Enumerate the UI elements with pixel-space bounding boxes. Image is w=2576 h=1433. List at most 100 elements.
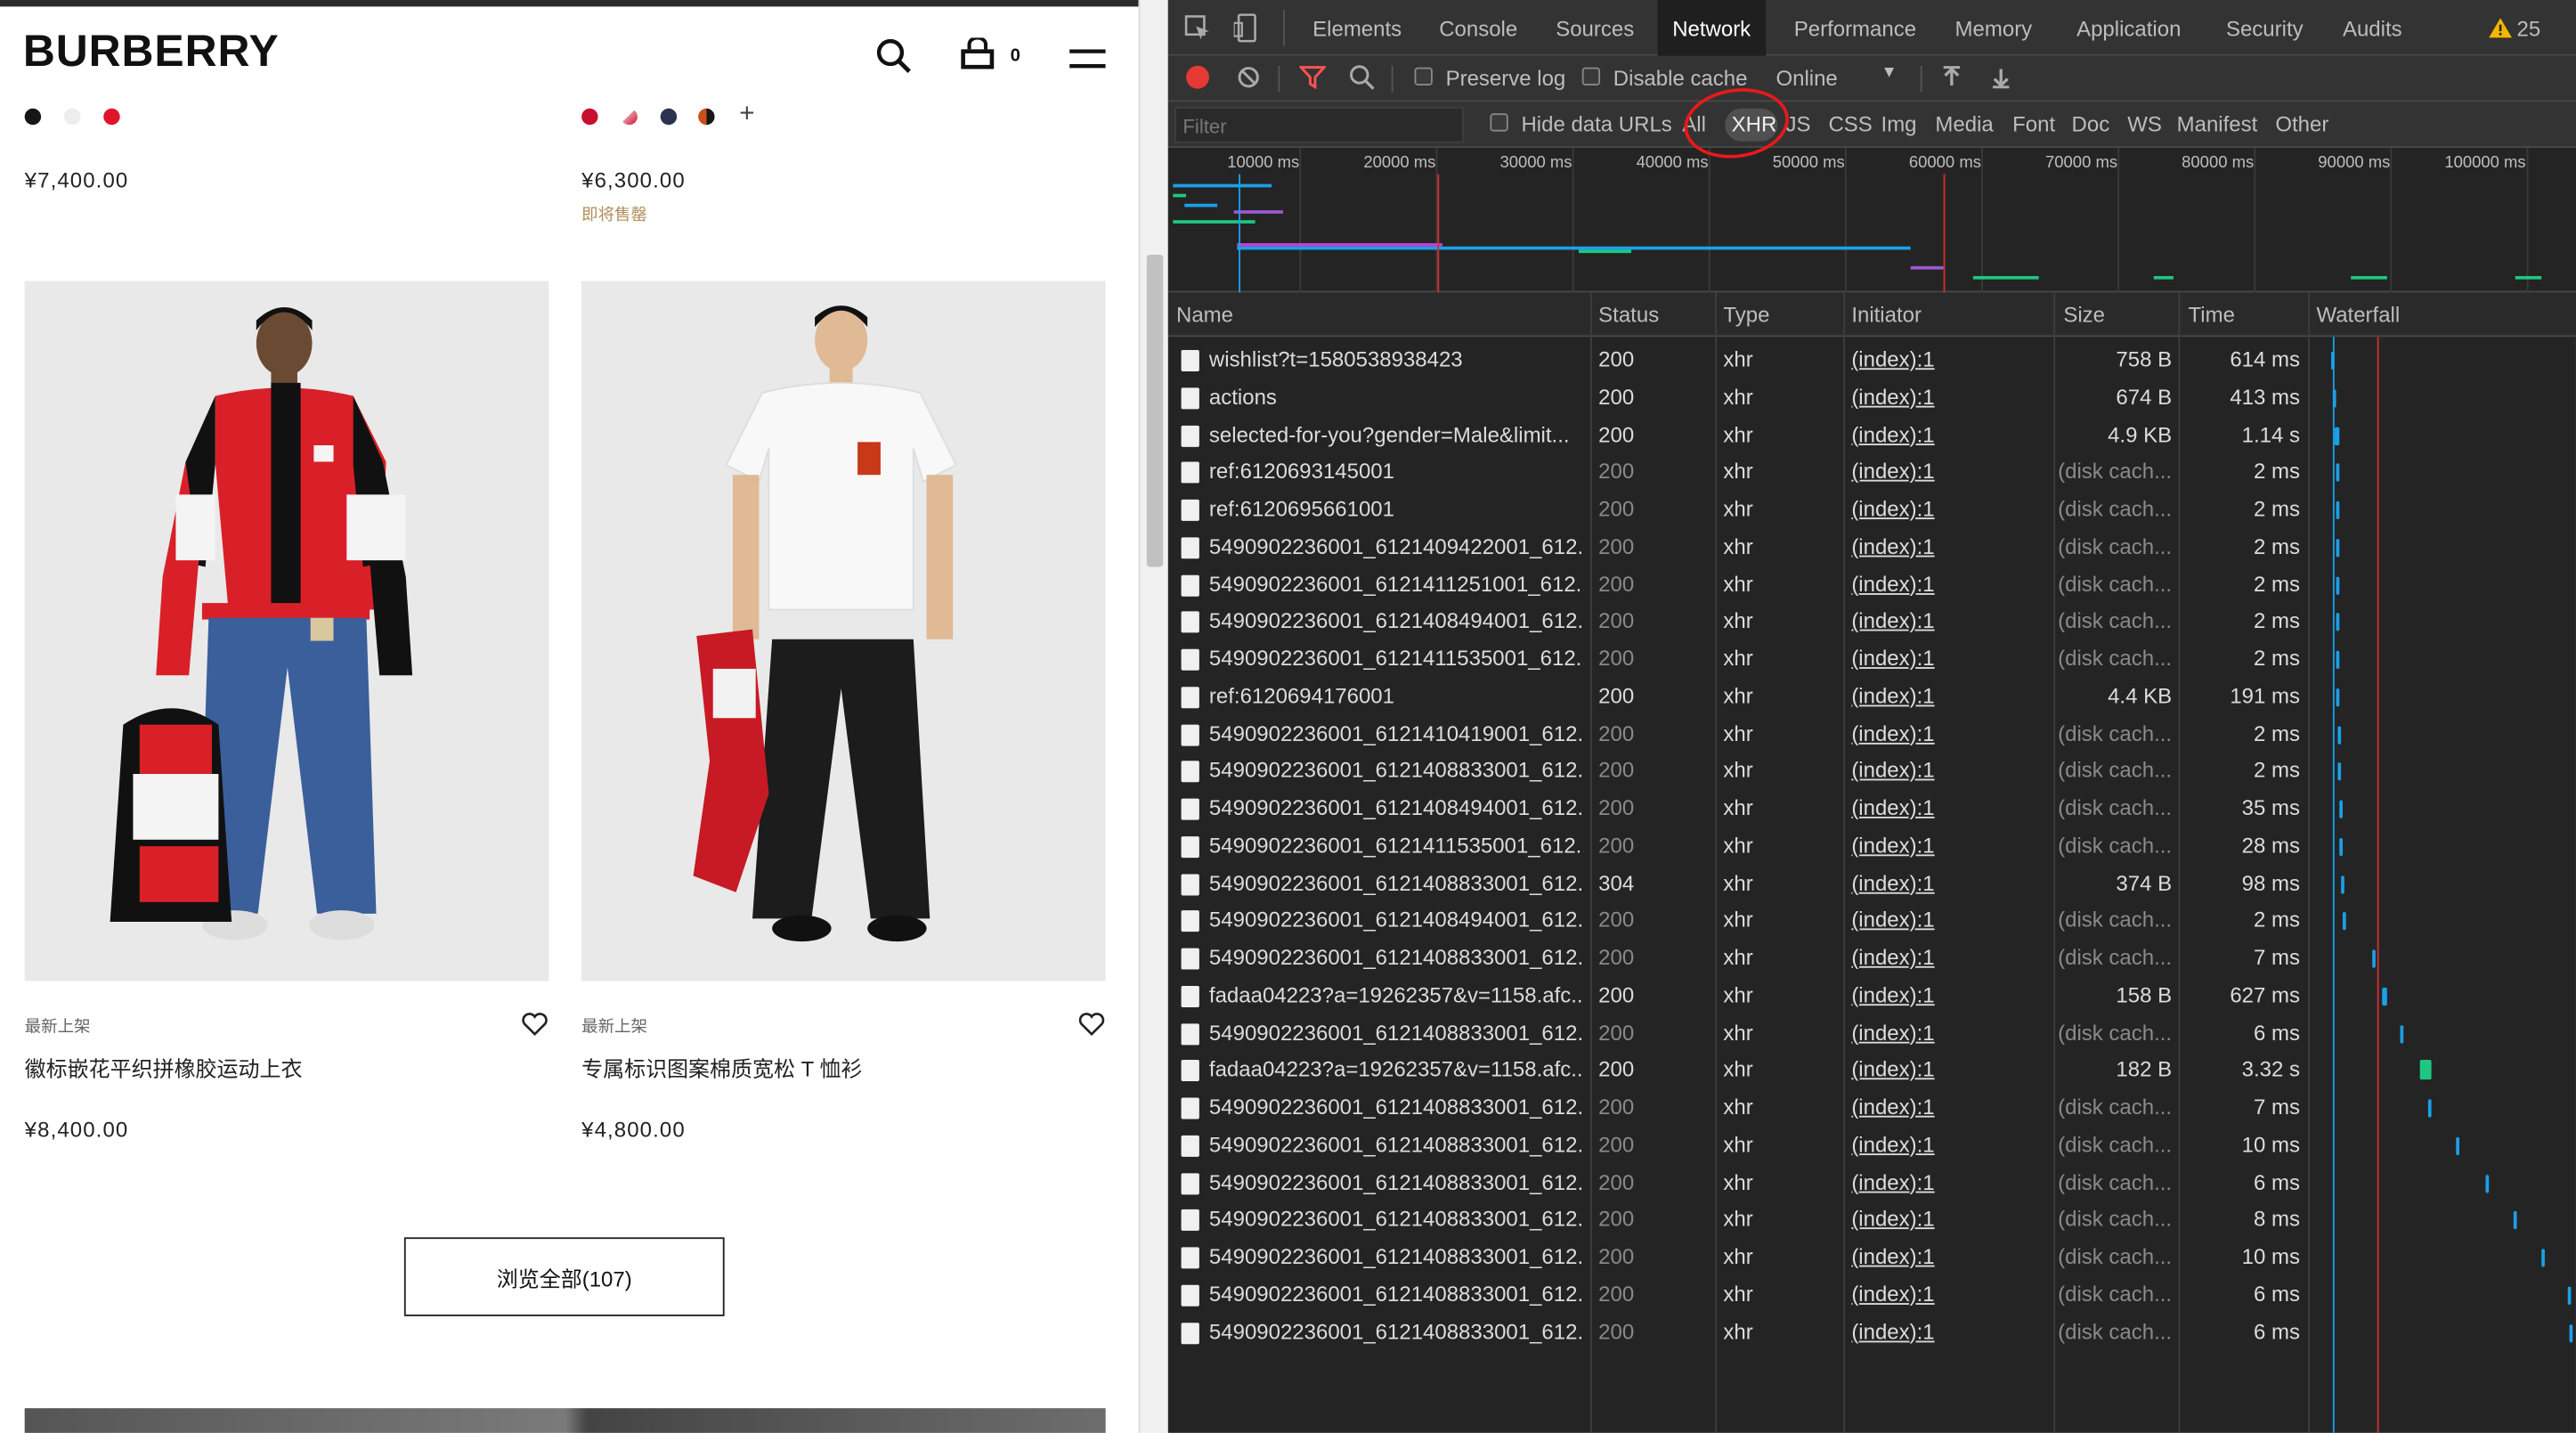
- tab-audits[interactable]: Audits: [2343, 0, 2402, 56]
- tab-sources[interactable]: Sources: [1556, 0, 1634, 56]
- request-initiator[interactable]: (index):1: [1851, 1319, 1934, 1344]
- request-row[interactable]: 5490902236001_6121408833001_612... 200 xhr…: [1168, 940, 2576, 977]
- request-row[interactable]: actions 200 xhr (index):1 674 B 413 ms: [1168, 379, 2576, 417]
- column-name[interactable]: Name: [1176, 302, 1233, 327]
- request-row[interactable]: 5490902236001_6121408494001_612... 200 xhr…: [1168, 902, 2576, 940]
- filter-type-other[interactable]: Other: [2275, 111, 2328, 136]
- wishlist-heart-icon[interactable]: [1077, 1011, 1105, 1038]
- request-initiator[interactable]: (index):1: [1851, 1057, 1934, 1082]
- request-initiator[interactable]: (index):1: [1851, 1132, 1934, 1157]
- request-initiator[interactable]: (index):1: [1851, 421, 1934, 446]
- import-har-icon[interactable]: [1940, 66, 1963, 89]
- request-row[interactable]: 5490902236001_6121408833001_612... 200 xhr…: [1168, 1314, 2576, 1351]
- request-row[interactable]: ref:6120694176001 200 xhr (index):1 4.4 KB 19…: [1168, 679, 2576, 716]
- column-size[interactable]: Size: [2063, 302, 2105, 327]
- export-har-icon[interactable]: [1989, 66, 2012, 89]
- request-row[interactable]: wishlist?t=1580538938423 200 xhr (index):1 7…: [1168, 342, 2576, 379]
- column-initiator[interactable]: Initiator: [1851, 302, 1922, 327]
- request-initiator[interactable]: (index):1: [1851, 571, 1934, 596]
- request-row[interactable]: fadaa04223?a=19262357&v=1158.afc... 200 xh…: [1168, 1052, 2576, 1089]
- tab-memory[interactable]: Memory: [1955, 0, 2033, 56]
- request-initiator[interactable]: (index):1: [1851, 908, 1934, 932]
- clear-icon[interactable]: [1237, 66, 1260, 89]
- request-initiator[interactable]: (index):1: [1851, 721, 1934, 745]
- hide-data-urls-checkbox[interactable]: [1490, 113, 1508, 132]
- column-status[interactable]: Status: [1598, 302, 1659, 327]
- search-icon[interactable]: [1349, 64, 1376, 91]
- request-row[interactable]: 5490902236001_6121411251001_612... 200 xhr…: [1168, 566, 2576, 604]
- request-initiator[interactable]: (index):1: [1851, 384, 1934, 409]
- product-image[interactable]: [581, 281, 1106, 981]
- filter-icon[interactable]: [1299, 66, 1326, 89]
- column-waterfall[interactable]: Waterfall: [2316, 302, 2400, 327]
- request-initiator[interactable]: (index):1: [1851, 833, 1934, 858]
- request-row[interactable]: 5490902236001_6121408833001_612... 304 xhr…: [1168, 865, 2576, 902]
- request-row[interactable]: 5490902236001_6121408833001_612... 200 xhr…: [1168, 753, 2576, 790]
- inspect-element-icon[interactable]: [1184, 15, 1211, 42]
- request-initiator[interactable]: (index):1: [1851, 1207, 1934, 1232]
- request-initiator[interactable]: (index):1: [1851, 496, 1934, 521]
- product-name[interactable]: 徽标嵌花平织拼橡胶运动上衣: [25, 1052, 303, 1083]
- warnings-count[interactable]: 25: [2517, 0, 2541, 56]
- request-initiator[interactable]: (index):1: [1851, 459, 1934, 484]
- page-scrollbar[interactable]: [1138, 0, 1168, 1433]
- request-row[interactable]: 5490902236001_6121408833001_612... 200 xhr…: [1168, 1239, 2576, 1276]
- request-row[interactable]: 5490902236001_6121411535001_612... 200 xhr…: [1168, 641, 2576, 679]
- filter-type-ws[interactable]: WS: [2127, 111, 2162, 136]
- request-initiator[interactable]: (index):1: [1851, 646, 1934, 671]
- swatch-red[interactable]: [581, 108, 598, 126]
- tab-network[interactable]: Network: [1657, 0, 1766, 56]
- request-row[interactable]: fadaa04223?a=19262357&v=1158.afc... 200 xh…: [1168, 977, 2576, 1014]
- request-row[interactable]: ref:6120695661001 200 xhr (index):1 (disk ca…: [1168, 492, 2576, 529]
- request-initiator[interactable]: (index):1: [1851, 1020, 1934, 1045]
- filter-type-css[interactable]: CSS: [1828, 111, 1872, 136]
- throttling-select[interactable]: Online: [1776, 66, 1837, 91]
- request-row[interactable]: 5490902236001_6121408494001_612... 200 xhr…: [1168, 790, 2576, 827]
- tab-console[interactable]: Console: [1439, 0, 1517, 56]
- request-row[interactable]: 5490902236001_6121408833001_612... 200 xhr…: [1168, 1164, 2576, 1201]
- swatch-red[interactable]: [103, 108, 120, 126]
- request-initiator[interactable]: (index):1: [1851, 1169, 1934, 1194]
- swatch-white[interactable]: [63, 108, 81, 126]
- burberry-logo[interactable]: BURBERRY: [23, 27, 280, 77]
- filter-type-media[interactable]: Media: [1935, 111, 1993, 136]
- request-initiator[interactable]: (index):1: [1851, 1244, 1934, 1269]
- request-initiator[interactable]: (index):1: [1851, 1095, 1934, 1120]
- request-row[interactable]: 5490902236001_6121408833001_612... 200 xhr…: [1168, 1276, 2576, 1314]
- request-initiator[interactable]: (index):1: [1851, 945, 1934, 970]
- preserve-log-label[interactable]: Preserve log: [1446, 66, 1566, 91]
- product-name[interactable]: 专属标识图案棉质宽松 T 恤衫: [581, 1052, 862, 1083]
- network-overview-timeline[interactable]: 10000 ms 20000 ms 30000 ms 40000 ms 5000…: [1167, 148, 2576, 293]
- swatch-navy[interactable]: [660, 108, 678, 126]
- filter-type-img[interactable]: Img: [1881, 111, 1917, 136]
- preserve-log-checkbox[interactable]: [1414, 67, 1433, 85]
- request-row[interactable]: 5490902236001_6121408833001_612... 200 xhr…: [1168, 1014, 2576, 1052]
- request-initiator[interactable]: (index):1: [1851, 795, 1934, 820]
- tab-elements[interactable]: Elements: [1312, 0, 1402, 56]
- device-toolbar-icon[interactable]: [1233, 13, 1261, 43]
- request-initiator[interactable]: (index):1: [1851, 982, 1934, 1007]
- swatch-orange[interactable]: [698, 108, 715, 126]
- chevron-down-icon[interactable]: ▼: [1881, 64, 1897, 82]
- product-image[interactable]: [24, 281, 549, 981]
- request-initiator[interactable]: (index):1: [1851, 870, 1934, 895]
- filter-type-font[interactable]: Font: [2012, 111, 2055, 136]
- scrollbar-thumb[interactable]: [1146, 254, 1164, 567]
- request-initiator[interactable]: (index):1: [1851, 1282, 1934, 1307]
- filter-input[interactable]: Filter: [1174, 106, 1464, 143]
- disable-cache-checkbox[interactable]: [1581, 67, 1601, 85]
- filter-type-js[interactable]: JS: [1786, 111, 1811, 136]
- column-time[interactable]: Time: [2189, 302, 2235, 327]
- banner-image[interactable]: [24, 1408, 1106, 1433]
- swatch-pink[interactable]: [621, 108, 638, 126]
- view-all-button[interactable]: 浏览全部(107): [403, 1237, 725, 1316]
- tab-performance[interactable]: Performance: [1794, 0, 1916, 56]
- column-type[interactable]: Type: [1723, 302, 1769, 327]
- tab-security[interactable]: Security: [2226, 0, 2304, 56]
- request-row[interactable]: 5490902236001_6121409422001_612... 200 xhr…: [1168, 529, 2576, 566]
- search-icon[interactable]: [875, 37, 912, 74]
- filter-type-doc[interactable]: Doc: [2072, 111, 2110, 136]
- request-row[interactable]: selected-for-you?gender=Male&limit... 200…: [1168, 417, 2576, 454]
- request-initiator[interactable]: (index):1: [1851, 758, 1934, 783]
- request-row[interactable]: 5490902236001_6121408494001_612... 200 xhr…: [1168, 604, 2576, 641]
